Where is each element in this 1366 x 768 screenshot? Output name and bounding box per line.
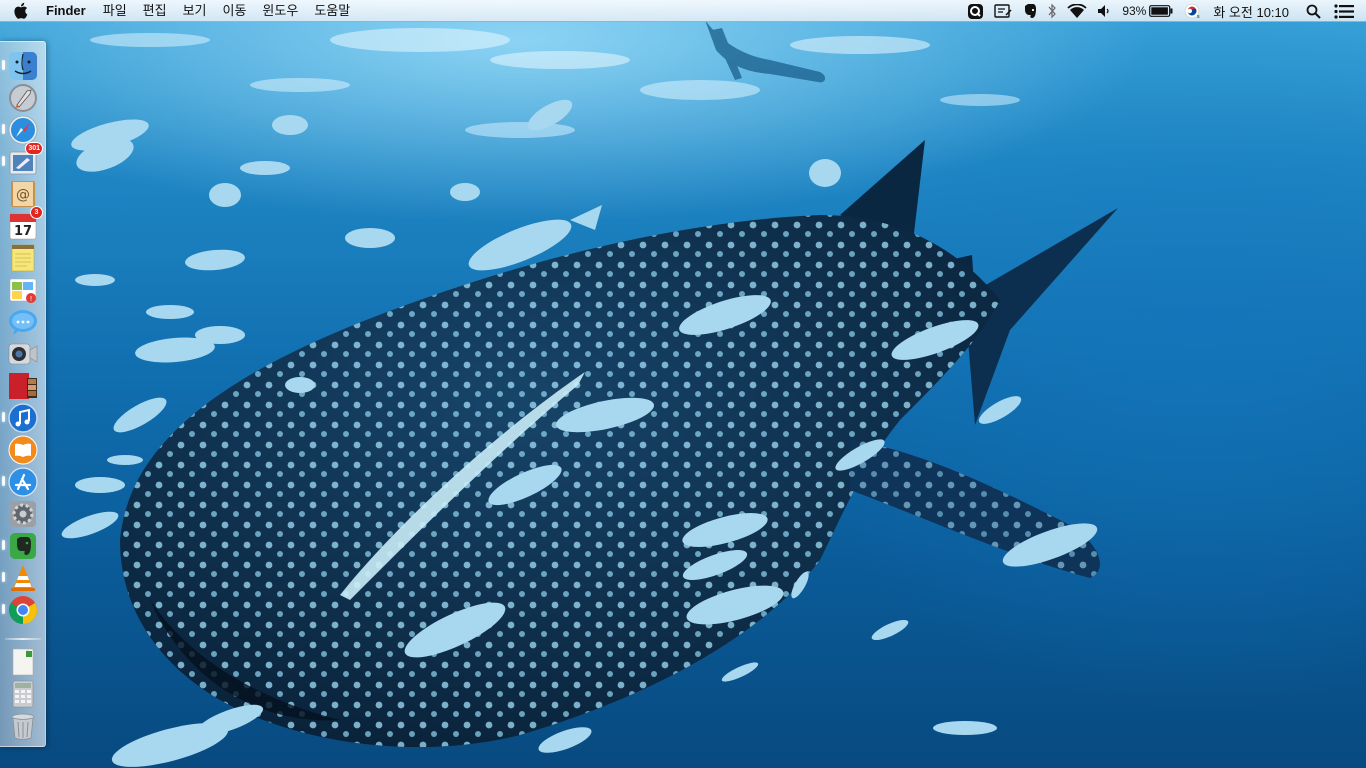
dock-item-notes[interactable] [7,242,39,274]
gear-icon [10,501,36,527]
ibooks-icon [8,435,38,465]
spotlight-icon [1306,4,1321,19]
running-indicator-evernote [2,540,5,550]
volume-status[interactable] [1092,0,1116,22]
quicksilver-status[interactable] [962,0,989,22]
text-input-icon [994,4,1012,18]
evernote-icon [1025,3,1037,18]
menu-edit[interactable]: 편집 [135,0,175,22]
apple-logo-icon [13,2,27,19]
messages-icon [9,310,37,335]
dock-item-itunes[interactable] [7,402,39,434]
battery-icon [1149,5,1173,17]
calendar-date: 17 [13,224,33,239]
menubar-clock[interactable]: 화 오전 10:10 [1207,0,1297,22]
launchpad-icon [9,84,37,112]
whale-shark [120,140,1118,748]
evernote-status[interactable] [1017,0,1042,22]
spotlight-button[interactable] [1297,0,1330,22]
dock-item-app-store[interactable] [7,466,39,498]
dock-item-reminders[interactable]: ! [7,274,39,306]
dock-item-ibooks[interactable] [7,434,39,466]
svg-text:!: ! [30,295,33,303]
running-indicator-app-store [2,476,5,486]
facetime-icon [8,343,38,365]
menu-go[interactable]: 이동 [215,0,255,22]
dock-item-calendar[interactable]: 17 3 [7,206,43,242]
notification-center-button[interactable] [1330,0,1366,22]
running-indicator-vlc [2,572,5,582]
korean-flag-icon: s [1185,3,1200,19]
svg-text:@: @ [16,187,30,203]
battery-status[interactable]: 93% [1116,0,1179,22]
calculator-icon [12,680,34,708]
menu-view[interactable]: 보기 [175,0,215,22]
menu-app-finder[interactable]: Finder [40,0,95,22]
app-store-icon [8,467,38,497]
reminders-icon: ! [9,278,37,303]
running-indicator-mail [2,156,5,166]
running-indicator-chrome [2,604,5,614]
menu-bar: Finder 파일 편집 보기 이동 윈도우 도움말 93% s 화 오전 10… [0,0,1366,22]
dock-item-vlc[interactable] [7,562,39,594]
dock-item-facetime[interactable] [7,338,39,370]
dock-item-document[interactable] [7,646,39,678]
volume-icon [1098,5,1109,17]
quicksilver-icon [968,3,984,19]
desktop-wallpaper [0,0,1366,768]
battery-percent: 93% [1122,4,1147,18]
dock-item-finder[interactable] [7,50,39,82]
wifi-icon [1067,3,1087,18]
dock-item-chrome[interactable] [7,594,39,626]
dock-item-system-preferences[interactable] [7,498,39,530]
running-indicator-safari [2,124,5,134]
chrome-icon [9,596,37,624]
menu-help[interactable]: 도움말 [306,0,358,22]
input-source-status[interactable]: s [1179,0,1207,22]
notes-icon [11,244,35,272]
dock-item-trash[interactable] [7,710,39,742]
dock-item-photo-booth[interactable] [7,370,39,402]
trash-icon [11,713,35,740]
dock-separator [5,638,41,640]
evernote-elephant-icon [10,533,36,559]
running-indicator-itunes [2,412,5,422]
itunes-icon [8,403,38,433]
photo-booth-icon [9,373,37,399]
document-icon [12,648,34,676]
calendar-badge: 3 [30,206,43,219]
dock-item-evernote[interactable] [7,530,39,562]
menu-file[interactable]: 파일 [95,0,135,22]
finder-icon [9,52,37,80]
dock: 301 @ 17 3 ! [0,41,46,747]
running-indicator-finder [2,60,5,70]
apple-menu[interactable] [0,0,40,22]
bluetooth-icon [1048,3,1057,19]
dock-item-launchpad[interactable] [7,82,39,114]
dock-item-mail[interactable]: 301 [7,142,43,178]
wifi-status[interactable] [1062,0,1092,22]
dock-item-calculator[interactable] [7,678,39,710]
vlc-cone-icon [11,565,35,591]
svg-text:s: s [1197,14,1200,19]
menu-window[interactable]: 윈도우 [254,0,306,22]
notification-center-icon [1334,3,1354,19]
mail-badge: 301 [25,142,43,155]
dock-item-messages[interactable] [7,306,39,338]
bluetooth-status[interactable] [1042,0,1062,22]
wallpaper-whale-shark [61,20,1118,767]
text-input-status[interactable] [989,0,1017,22]
diver-silhouette [705,20,826,83]
